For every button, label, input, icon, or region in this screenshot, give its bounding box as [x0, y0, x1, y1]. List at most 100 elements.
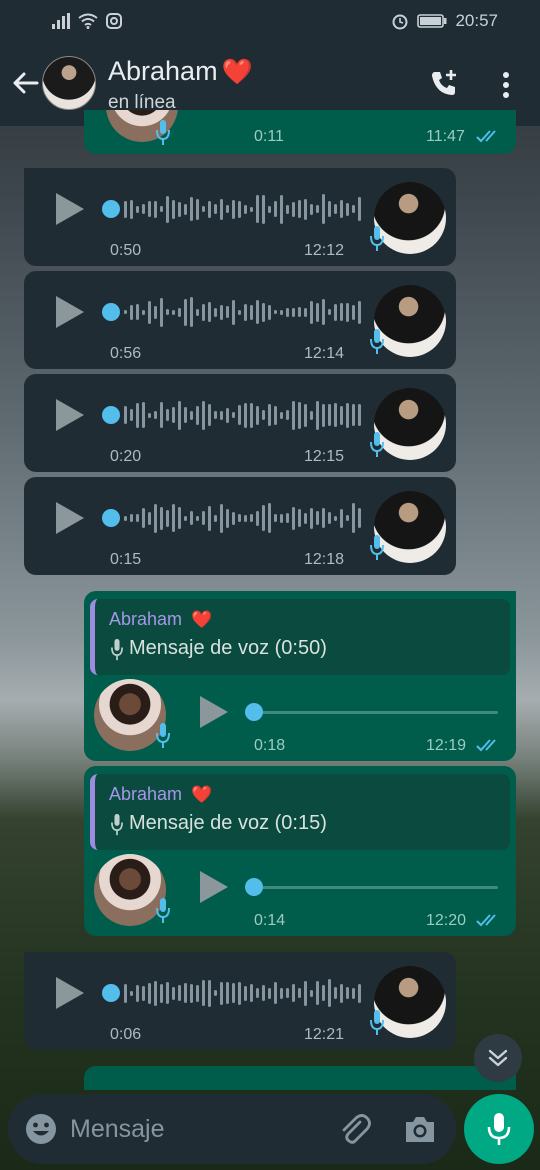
waveform-bar	[208, 404, 211, 426]
waveform-bar	[148, 982, 151, 1004]
waveform-bar	[202, 303, 205, 321]
waveform-bar	[292, 201, 295, 217]
voice-message-incoming[interactable]: 0:50 12:12	[24, 168, 456, 266]
playback-position[interactable]	[245, 703, 263, 721]
waveform-bar	[244, 303, 247, 321]
voice-message-outgoing[interactable]: Abraham ❤️ Mensaje de voz (0:50) 0:18 12…	[84, 591, 516, 761]
play-icon[interactable]	[56, 502, 84, 534]
voice-message-incoming[interactable]: 0:56 12:14	[24, 271, 456, 369]
waveform-bar	[304, 512, 307, 524]
waveform-bar	[214, 514, 217, 522]
sender-avatar	[374, 388, 446, 460]
waveform-bar	[136, 402, 139, 428]
waveform[interactable]	[124, 398, 361, 432]
record-voice-button[interactable]	[464, 1094, 534, 1164]
waveform-bar	[346, 987, 349, 999]
waveform-bar	[322, 403, 325, 427]
waveform-bar	[166, 309, 169, 315]
playback-track[interactable]	[250, 711, 498, 714]
signal-icon	[52, 13, 70, 29]
waveform[interactable]	[124, 295, 361, 329]
waveform-bar	[130, 199, 133, 219]
waveform-bar	[268, 503, 271, 533]
voice-duration: 0:11	[254, 128, 284, 145]
waveform-bar	[148, 300, 151, 324]
waveform-bar	[226, 205, 229, 213]
waveform-bar	[190, 410, 193, 420]
battery-icon	[417, 14, 447, 28]
waveform-bar	[334, 515, 337, 521]
voice-message-outgoing-partial[interactable]	[84, 1066, 516, 1090]
waveform-bar	[316, 981, 319, 1005]
waveform-bar	[280, 309, 283, 315]
waveform-bar	[310, 989, 313, 997]
waveform-bar	[238, 981, 241, 1005]
waveform-bar	[340, 200, 343, 218]
quoted-reply[interactable]: Abraham ❤️ Mensaje de voz (0:15)	[90, 774, 510, 850]
waveform[interactable]	[124, 501, 361, 535]
waveform-bar	[214, 307, 217, 317]
play-icon[interactable]	[56, 399, 84, 431]
voice-duration: 0:15	[110, 551, 142, 568]
voice-message-incoming[interactable]: 0:06 12:21	[24, 952, 456, 1050]
playback-position[interactable]	[102, 406, 120, 424]
waveform-bar	[334, 987, 337, 999]
waveform-bar	[214, 204, 217, 214]
waveform-bar	[268, 304, 271, 320]
waveform-bar	[304, 403, 307, 427]
waveform-bar	[256, 300, 259, 324]
waveform-bar	[244, 402, 247, 428]
scroll-to-bottom-button[interactable]	[474, 1034, 522, 1082]
instagram-icon	[106, 13, 122, 29]
message-input[interactable]	[70, 1110, 310, 1148]
waveform-bar	[232, 983, 235, 1003]
quoted-reply[interactable]: Abraham ❤️ Mensaje de voz (0:50)	[90, 599, 510, 675]
playback-position[interactable]	[102, 984, 120, 1002]
playback-position[interactable]	[102, 303, 120, 321]
waveform-bar	[256, 988, 259, 998]
read-ticks-icon	[476, 739, 496, 752]
attach-icon[interactable]	[336, 1112, 372, 1148]
waveform-bar	[352, 503, 355, 533]
emoji-icon[interactable]	[24, 1112, 58, 1146]
waveform-bar	[280, 411, 283, 419]
call-add-icon[interactable]	[428, 68, 460, 100]
waveform-bar	[334, 403, 337, 427]
back-arrow-icon[interactable]	[10, 68, 40, 98]
voice-duration: 0:06	[110, 1026, 142, 1043]
more-vert-icon[interactable]	[496, 70, 516, 100]
voice-message-incoming[interactable]: 0:15 12:18	[24, 477, 456, 575]
waveform-bar	[346, 202, 349, 216]
playback-track[interactable]	[250, 886, 498, 889]
waveform-bar	[340, 983, 343, 1003]
voice-message-incoming[interactable]: 0:20 12:15	[24, 374, 456, 472]
waveform-bar	[178, 985, 181, 1001]
waveform-bar	[148, 511, 151, 525]
read-ticks-icon	[476, 130, 496, 143]
play-icon[interactable]	[56, 296, 84, 328]
contact-name[interactable]: Abraham ❤️	[108, 56, 253, 87]
status-bar: 20:57	[0, 0, 540, 42]
play-icon[interactable]	[56, 977, 84, 1009]
play-icon[interactable]	[200, 871, 228, 903]
waveform[interactable]	[124, 976, 361, 1010]
waveform-bar	[322, 985, 325, 1001]
mic-icon	[370, 432, 384, 457]
play-icon[interactable]	[200, 696, 228, 728]
mic-icon	[111, 639, 123, 661]
waveform-bar	[142, 985, 145, 1001]
waveform-bar	[328, 309, 331, 315]
waveform[interactable]	[124, 192, 361, 226]
play-icon[interactable]	[56, 193, 84, 225]
waveform-bar	[250, 402, 253, 428]
voice-message-outgoing[interactable]: Abraham ❤️ Mensaje de voz (0:15) 0:14 12…	[84, 766, 516, 936]
playback-position[interactable]	[102, 200, 120, 218]
camera-icon[interactable]	[402, 1112, 438, 1148]
playback-position[interactable]	[102, 509, 120, 527]
voice-message-outgoing[interactable]: 0:11 11:47	[84, 110, 516, 154]
message-time: 12:19	[426, 737, 467, 754]
waveform-bar	[358, 404, 361, 426]
playback-position[interactable]	[245, 878, 263, 896]
waveform-bar	[262, 985, 265, 1001]
contact-avatar[interactable]	[42, 56, 96, 110]
